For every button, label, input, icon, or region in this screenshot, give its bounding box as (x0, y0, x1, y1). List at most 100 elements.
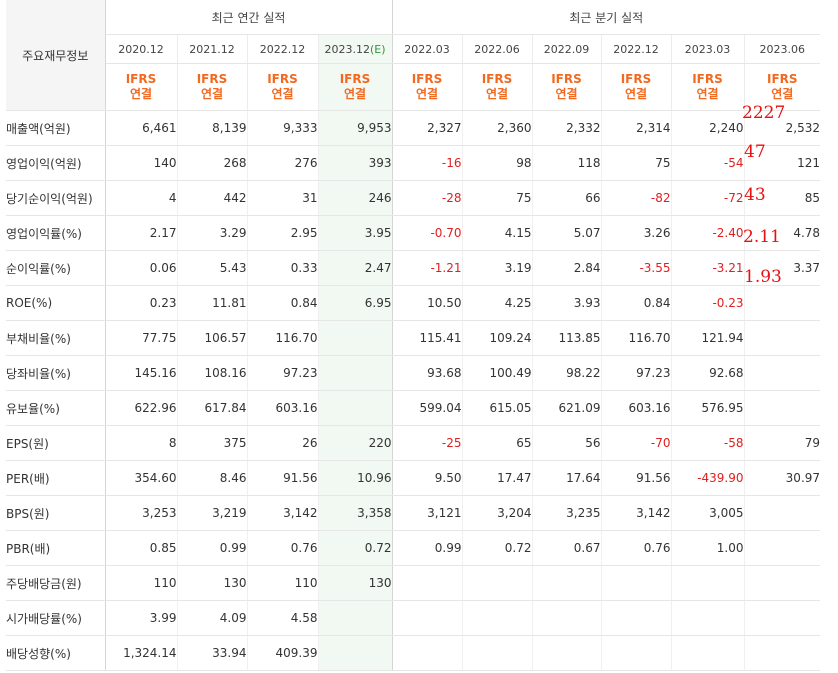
table-cell: 622.96 (104, 390, 177, 426)
table-cell: 108.16 (176, 355, 247, 391)
table-cell (391, 635, 462, 671)
table-row: 배당성향(%) 1,324.14 33.94 409.39 (6, 635, 821, 671)
table-cell: 140 (104, 145, 177, 181)
table-cell (317, 635, 393, 671)
table-cell: 6,461 (104, 110, 177, 146)
table-cell: 75 (461, 180, 532, 216)
table-cell: -72 (670, 180, 744, 216)
period-label: 2023.06 (759, 42, 806, 56)
table-cell: 3,142 (600, 495, 671, 531)
table-cell: 110 (246, 565, 318, 601)
period-label: 2022.09 (543, 42, 590, 56)
table-cell (391, 600, 462, 636)
period-header: 2022.09 (531, 34, 601, 64)
table-cell: -2.40 (670, 215, 744, 251)
table-cell: 109.24 (461, 320, 532, 356)
table-cell: 2,332 (531, 110, 601, 146)
table-cell: 0.84 (600, 285, 671, 321)
period-header: 2023.12(E) (317, 34, 393, 64)
table-cell: -0.70 (391, 215, 462, 251)
table-cell: 0.76 (246, 530, 318, 566)
table-row: 유보율(%) 622.96 617.84 603.16 599.04 615.05 621.… (6, 390, 821, 426)
table-cell: -1.21 (391, 250, 462, 286)
table-cell: 621.09 (531, 390, 601, 426)
table-cell: 0.99 (391, 530, 462, 566)
table-cell: 409.39 (246, 635, 318, 671)
basis-scope: 연결 (624, 87, 648, 101)
table-cell: 98 (461, 145, 532, 181)
table-cell: 2.95 (246, 215, 318, 251)
table-cell (531, 635, 601, 671)
table-cell (317, 390, 393, 426)
table-cell: -82 (600, 180, 671, 216)
table-row: BPS(원) 3,253 3,219 3,142 3,358 3,121 3,204 3,23… (6, 495, 821, 531)
table-cell: 121.94 (670, 320, 744, 356)
basis-scope: 연결 (271, 87, 294, 101)
table-cell: 2.84 (531, 250, 601, 286)
table-row: ROE(%) 0.23 11.81 0.84 6.95 10.50 4.25 3.93 0.84… (6, 285, 821, 321)
table-row: 시가배당률(%) 3.99 4.09 4.58 (6, 600, 821, 636)
table-cell: 442 (176, 180, 247, 216)
table-cell: -54 (670, 145, 744, 181)
basis-standard: IFRS (766, 72, 798, 86)
table-cell: 8 (104, 425, 177, 461)
table-cell: 5.07 (531, 215, 601, 251)
table-cell: 2,240 (670, 110, 744, 146)
table-cell: 30.97 (743, 460, 821, 496)
period-label: 2021.12 (189, 42, 235, 56)
table-cell: 0.99 (176, 530, 247, 566)
table-cell: 26 (246, 425, 318, 461)
row-label: ROE(%) (6, 285, 106, 321)
table-cell: 3.26 (600, 215, 671, 251)
period-header: 2021.12 (176, 34, 247, 64)
table-cell: 3.93 (531, 285, 601, 321)
table-cell: 31 (246, 180, 318, 216)
table-body: 매출액(억원) 6,461 8,139 9,333 9,953 2,327 2,360 2,3… (6, 110, 821, 671)
basis-scope: 연결 (771, 87, 794, 101)
table-cell: 0.06 (104, 250, 177, 286)
row-label: 영업이익률(%) (6, 215, 106, 251)
table-cell (461, 565, 532, 601)
table-cell: -70 (600, 425, 671, 461)
table-cell: 91.56 (600, 460, 671, 496)
table-cell: 617.84 (176, 390, 247, 426)
table-cell: 3,358 (317, 495, 393, 531)
table-cell (743, 355, 821, 391)
basis-scope: 연결 (200, 87, 224, 101)
basis-scope: 연결 (343, 87, 367, 101)
table-cell: 1.00 (670, 530, 744, 566)
table-cell: 17.47 (461, 460, 532, 496)
table-cell: 2.17 (104, 215, 177, 251)
table-cell (743, 285, 821, 321)
row-label: 당좌비율(%) (6, 355, 106, 391)
table-cell: -28 (391, 180, 462, 216)
basis-standard: IFRS (692, 72, 723, 86)
table-cell (317, 355, 393, 391)
table-cell: 65 (461, 425, 532, 461)
table-row: PER(배) 354.60 8.46 91.56 10.96 9.50 17.47 17.64… (6, 460, 821, 496)
table-cell: 0.67 (531, 530, 601, 566)
table-cell: 56 (531, 425, 601, 461)
accounting-basis-header: IFRS 연결 (531, 63, 601, 111)
table-cell: 3,235 (531, 495, 601, 531)
period-header: 2022.12 (600, 34, 671, 64)
table-cell: 4.25 (461, 285, 532, 321)
table-row: PBR(배) 0.85 0.99 0.76 0.72 0.99 0.72 0.67 0.76 1.… (6, 530, 821, 566)
table-cell: 0.84 (246, 285, 318, 321)
period-label: 2022.06 (474, 42, 520, 56)
table-cell: 4.15 (461, 215, 532, 251)
table-cell: -58 (670, 425, 744, 461)
period-header: 2023.03 (670, 34, 744, 64)
handwritten-note: 2.11 (743, 227, 781, 247)
table-cell: 0.23 (104, 285, 177, 321)
table-cell: 10.96 (317, 460, 393, 496)
basis-scope: 연결 (696, 87, 719, 101)
table-cell (461, 600, 532, 636)
handwritten-note: 47 (744, 142, 766, 162)
table-cell (670, 600, 744, 636)
basis-standard: IFRS (411, 72, 443, 86)
table-cell: 6.95 (317, 285, 393, 321)
corner-label: 주요재무정보 (6, 0, 106, 111)
table-cell: 106.57 (176, 320, 247, 356)
row-label: 영업이익(억원) (6, 145, 106, 181)
